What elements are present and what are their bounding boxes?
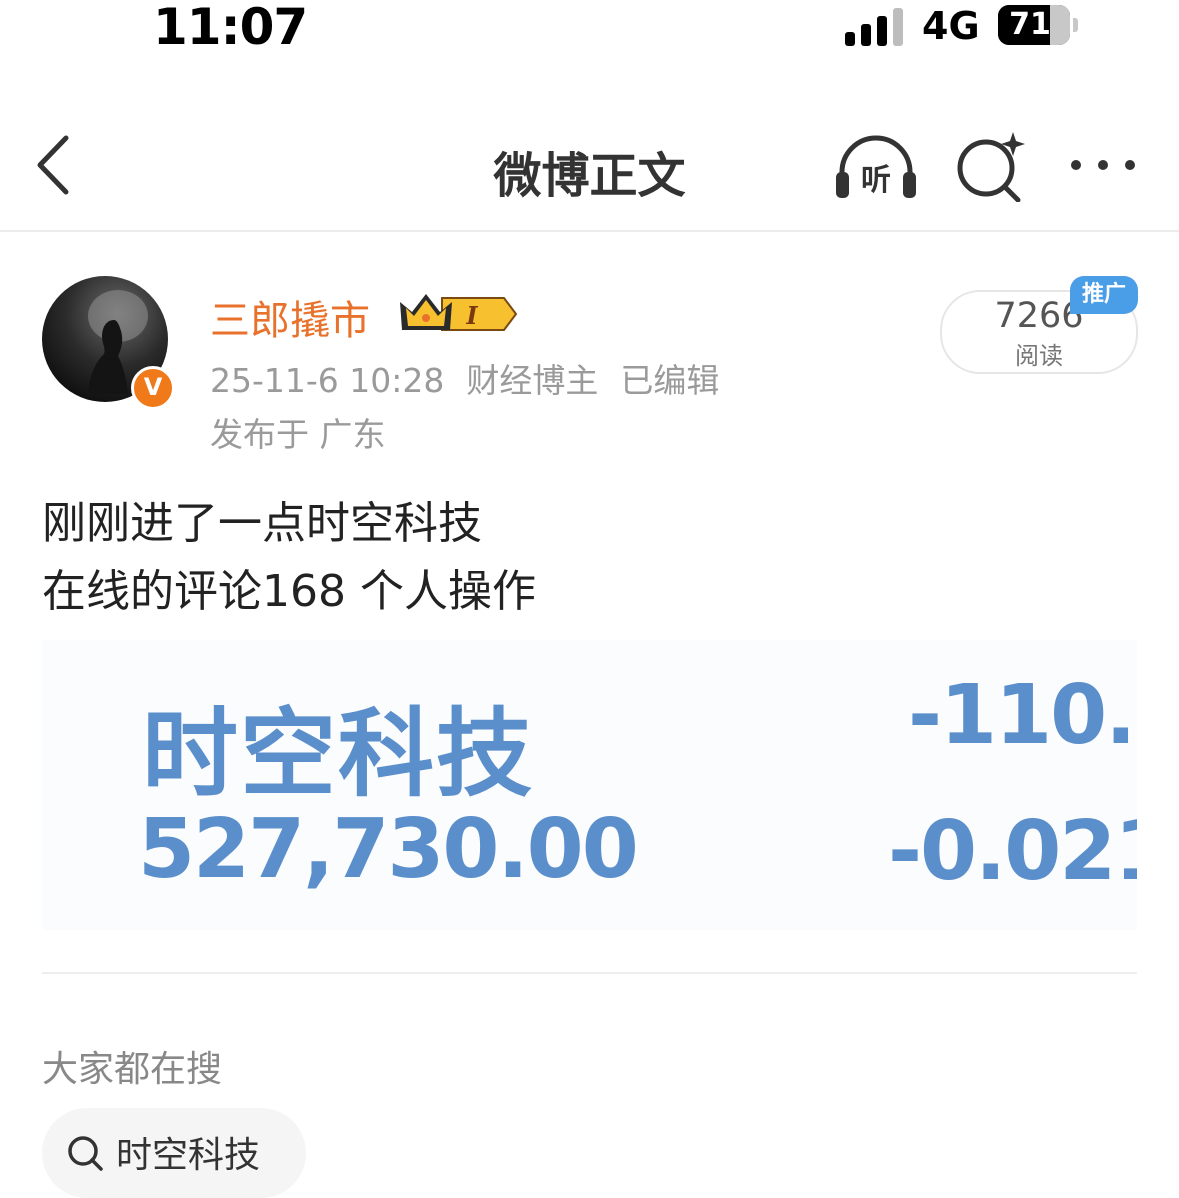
more-options-button[interactable] bbox=[1066, 140, 1140, 190]
crown-level: I bbox=[465, 301, 478, 330]
post-text-line: 刚刚进了一点时空科技 bbox=[42, 498, 482, 549]
read-label: 阅读 bbox=[1015, 342, 1063, 370]
battery-nub bbox=[1073, 18, 1078, 32]
trending-search-chip[interactable]: 时空科技 bbox=[42, 1108, 306, 1198]
author-tag: 财经博主 bbox=[466, 361, 599, 400]
listen-label: 听 bbox=[861, 163, 891, 198]
verified-badge-icon: V bbox=[131, 366, 175, 410]
battery-icon: 71 bbox=[998, 5, 1070, 45]
listen-button[interactable]: 听 bbox=[834, 132, 918, 202]
image-stock-name: 时空科技 bbox=[142, 698, 534, 810]
image-change-ratio: -0.021 bbox=[888, 804, 1137, 899]
promo-tag: 推广 bbox=[1070, 276, 1138, 314]
trending-search-label: 时空科技 bbox=[116, 1135, 261, 1176]
post-image[interactable]: 时空科技 -110.8 527,730.00 -0.021 bbox=[42, 640, 1137, 930]
divider bbox=[42, 972, 1137, 974]
edited-label: 已编辑 bbox=[620, 361, 720, 400]
member-crown-badge[interactable]: I bbox=[398, 290, 518, 336]
clock: 11:07 bbox=[153, 0, 308, 56]
crown-icon: I bbox=[400, 294, 518, 331]
author-name[interactable]: 三郎撬市 bbox=[210, 288, 370, 346]
post-date: 25-11-6 10:28 bbox=[210, 361, 445, 400]
image-change-value: -110.8 bbox=[908, 668, 1137, 763]
signal-strength-icon bbox=[845, 8, 907, 46]
search-icon bbox=[68, 1136, 103, 1171]
network-type: 4G bbox=[922, 4, 980, 48]
trending-title: 大家都在搜 bbox=[42, 1049, 223, 1090]
image-amount: 527,730.00 bbox=[138, 802, 639, 897]
search-button[interactable] bbox=[955, 132, 1025, 203]
post-meta: 25-11-6 10:28 财经博主 已编辑 bbox=[210, 354, 741, 402]
more-dots-icon bbox=[1071, 160, 1135, 170]
post-text-line: 在线的评论168 个人操作 bbox=[42, 566, 536, 617]
headphones-icon: 听 bbox=[836, 135, 916, 198]
battery-percent: 71 bbox=[1009, 7, 1051, 42]
search-sparkle-icon bbox=[957, 132, 1025, 203]
post-location: 发布于 广东 bbox=[210, 415, 386, 454]
post-text: 刚刚进了一点时空科技 在线的评论168 个人操作 bbox=[42, 490, 536, 626]
nav-bar: 微博正文 听 bbox=[0, 110, 1179, 232]
status-bar: 11:07 4G 71 bbox=[0, 0, 1179, 60]
